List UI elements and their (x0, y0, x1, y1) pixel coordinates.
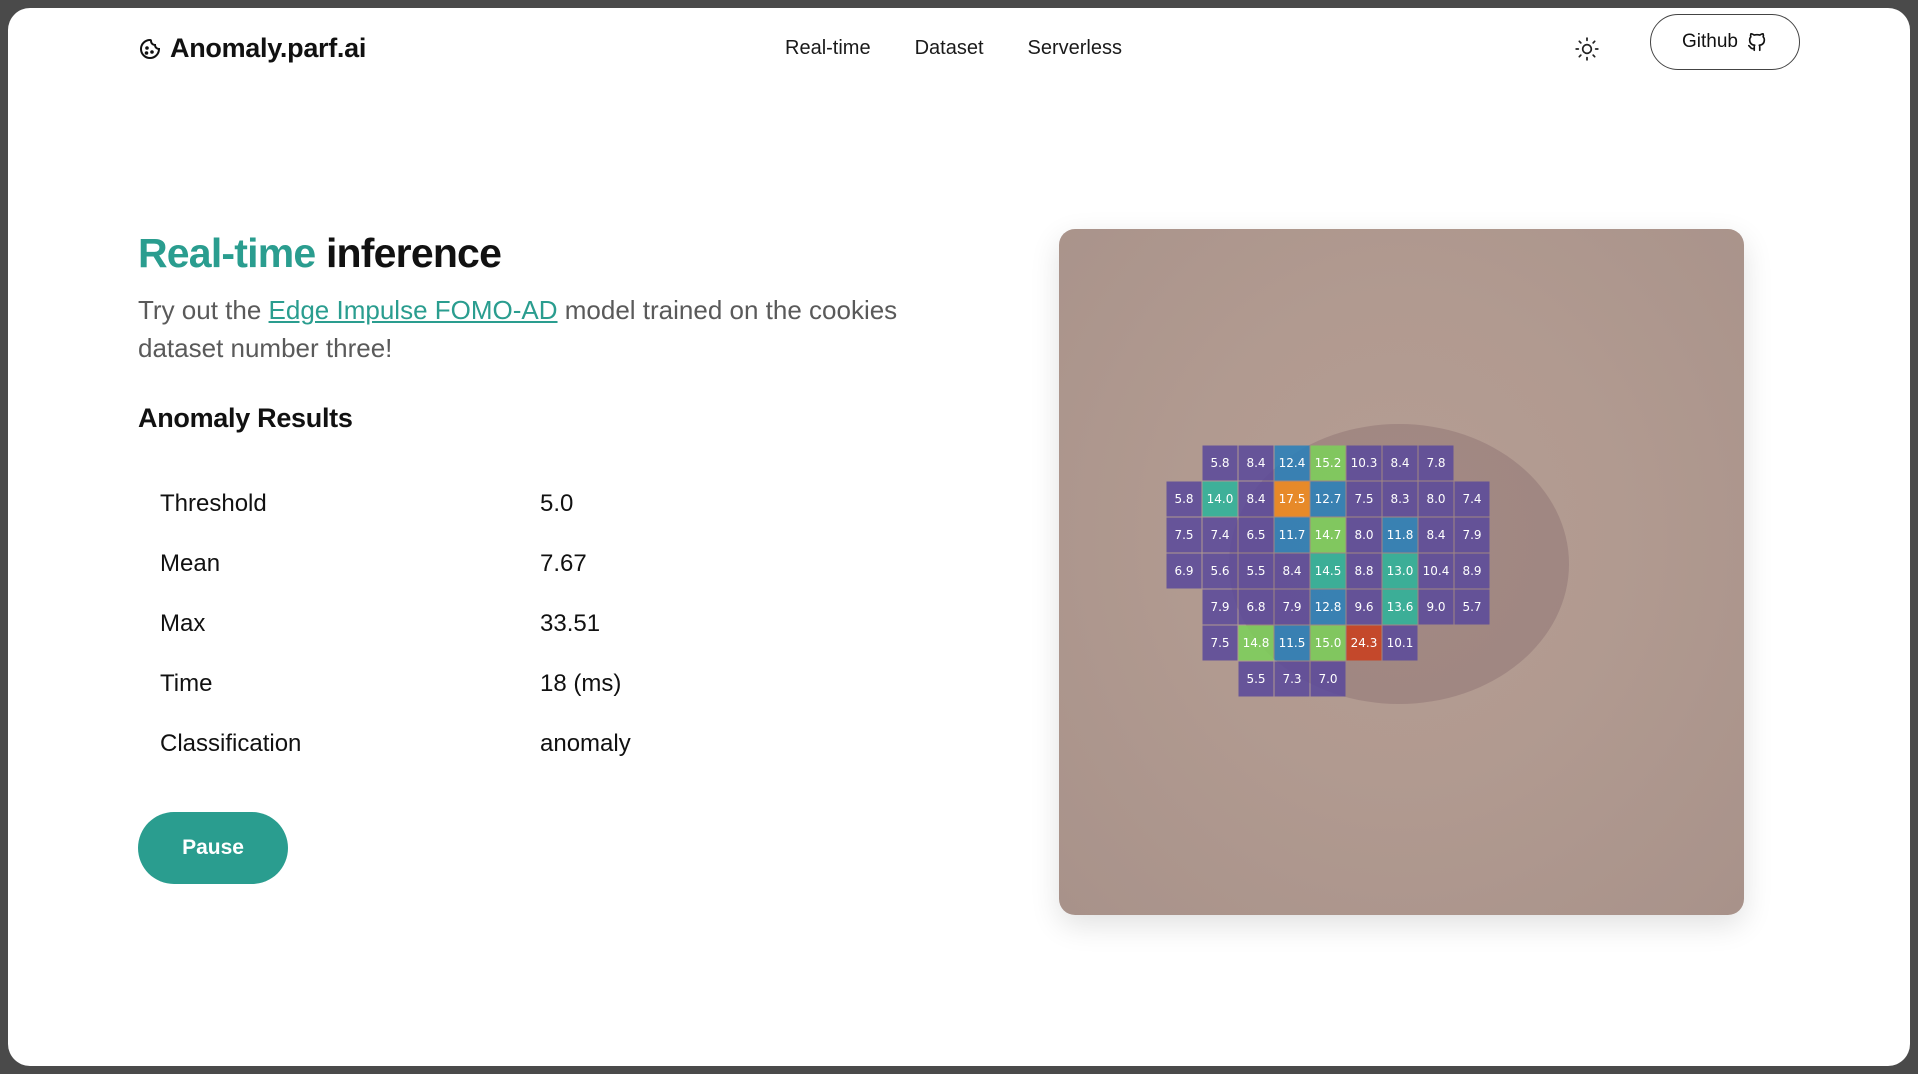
page-subtitle: Try out the Edge Impulse FOMO-AD model t… (138, 291, 928, 367)
heatmap-cell-value: 5.8 (1174, 492, 1193, 506)
heatmap-cell-value: 8.0 (1354, 528, 1373, 542)
result-label: Mean (160, 550, 221, 577)
result-value: 18 (ms) (540, 670, 622, 697)
heatmap-cell-value: 10.4 (1423, 564, 1450, 578)
result-label: Max (160, 610, 206, 637)
heatmap-cell-value: 17.5 (1279, 492, 1306, 506)
heatmap-cell-value: 15.2 (1315, 456, 1342, 470)
heatmap-cell-value: 24.3 (1351, 636, 1378, 650)
heatmap-cell-value: 7.3 (1282, 672, 1301, 686)
nav-real-time[interactable]: Real-time (785, 37, 871, 60)
heatmap-cell-value: 7.4 (1210, 528, 1229, 542)
results-title: Anomaly Results (138, 403, 353, 433)
result-value: 33.51 (540, 610, 601, 637)
heatmap-cell-value: 14.8 (1243, 636, 1270, 650)
heatmap-cell-value: 5.5 (1246, 672, 1265, 686)
main-nav: Real-time Dataset Serverless (785, 37, 1122, 60)
sun-icon[interactable] (1574, 36, 1600, 62)
heatmap-cell-value: 7.5 (1354, 492, 1373, 506)
heatmap-cell-value: 8.4 (1246, 492, 1265, 506)
heatmap-cell-value: 6.9 (1174, 564, 1193, 578)
github-button[interactable]: Github (1650, 14, 1800, 70)
heatmap-cell-value: 5.5 (1246, 564, 1265, 578)
title-rest: inference (325, 230, 502, 276)
heatmap-cell-value: 13.6 (1387, 600, 1414, 614)
heatmap-cell-value: 12.7 (1315, 492, 1342, 506)
heatmap-cell-value: 13.0 (1387, 564, 1414, 578)
heatmap-cell-value: 11.5 (1279, 636, 1306, 650)
result-value: anomaly (540, 730, 631, 757)
result-label: Threshold (160, 490, 267, 517)
heatmap-cell-value: 10.3 (1351, 456, 1378, 470)
heatmap-cell-value: 8.4 (1426, 528, 1445, 542)
heatmap-cell-value: 15.0 (1315, 636, 1342, 650)
heatmap-cell-value: 7.9 (1282, 600, 1301, 614)
result-value: 7.67 (540, 550, 587, 577)
brand-name: Anomaly.parf.ai (170, 33, 367, 63)
title-accent: Real-time (138, 230, 316, 276)
page-title: Real-time inference (138, 230, 502, 277)
github-label: Github (1682, 31, 1738, 52)
heatmap-cell-value: 5.7 (1462, 600, 1481, 614)
github-icon (1747, 32, 1766, 52)
heatmap-cell-value: 9.6 (1354, 600, 1373, 614)
result-label: Time (160, 670, 213, 697)
heatmap-cell-value: 12.8 (1315, 600, 1342, 614)
pause-button[interactable]: Pause (138, 812, 288, 884)
heatmap-cell-value: 8.4 (1246, 456, 1265, 470)
heatmap-cell-value: 14.0 (1207, 492, 1234, 506)
heatmap-cell-value: 10.1 (1387, 636, 1414, 650)
heatmap-cell-value: 11.8 (1387, 528, 1414, 542)
heatmap-cell-value: 7.0 (1318, 672, 1337, 686)
heatmap-cell-value: 7.5 (1174, 528, 1193, 542)
heatmap-cell-value: 7.8 (1426, 456, 1445, 470)
heatmap-cell-value: 7.4 (1462, 492, 1481, 506)
camera-feed: 5.8 8.4 12.4 15.2 10.3 8.4 7.8 5.8 14.0 8.4 17.5 12… (1059, 229, 1744, 915)
heatmap-cell-value: 8.0 (1426, 492, 1445, 506)
browser-frame: Anomaly.parf.ai Real-time Dataset Server… (8, 8, 1910, 1066)
heatmap-cell-value: 8.4 (1282, 564, 1301, 578)
heatmap-cell-value: 12.4 (1279, 456, 1306, 470)
heatmap-cell-value: 11.7 (1279, 528, 1306, 542)
heatmap-cell-value: 7.9 (1462, 528, 1481, 542)
result-label: Classification (160, 730, 302, 757)
heatmap-cell-value: 6.5 (1246, 528, 1265, 542)
heatmap-cell-value: 7.9 (1210, 600, 1229, 614)
nav-serverless[interactable]: Serverless (1028, 37, 1122, 60)
result-value: 5.0 (540, 490, 574, 517)
header: Anomaly.parf.ai Real-time Dataset Server… (8, 8, 1910, 92)
anomaly-heatmap: 5.8 8.4 12.4 15.2 10.3 8.4 7.8 5.8 14.0 8.4 17.5 12… (1166, 424, 1569, 704)
heatmap-cell-value: 9.0 (1426, 600, 1445, 614)
heatmap-cell-value: 8.9 (1462, 564, 1481, 578)
cookie-icon (140, 38, 161, 59)
brand[interactable]: Anomaly.parf.ai (138, 33, 366, 64)
heatmap-cell-value: 14.7 (1315, 528, 1342, 542)
heatmap-cell-value: 6.8 (1246, 600, 1265, 614)
edge-impulse-link[interactable]: Edge Impulse FOMO-AD (269, 295, 558, 325)
heatmap-cell-value: 8.3 (1390, 492, 1409, 506)
heatmap-cell-value: 8.4 (1390, 456, 1409, 470)
heatmap-cell-value: 14.5 (1315, 564, 1342, 578)
heatmap-cell-value: 5.6 (1210, 564, 1229, 578)
heatmap-cell-value: 8.8 (1354, 564, 1373, 578)
nav-dataset[interactable]: Dataset (915, 37, 984, 60)
subtitle-text-before: Try out the (138, 295, 269, 325)
heatmap-cell-value: 5.8 (1210, 456, 1229, 470)
heatmap-cell-value: 7.5 (1210, 636, 1229, 650)
